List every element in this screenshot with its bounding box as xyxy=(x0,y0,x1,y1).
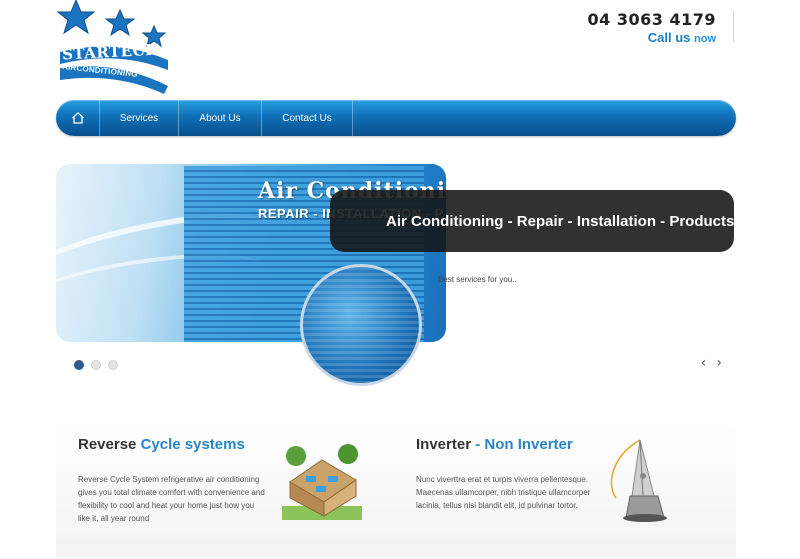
features-section: Reverse Cycle systems Reverse Cycle Syst… xyxy=(56,422,736,559)
nav-home-button[interactable] xyxy=(56,100,100,136)
nav-item-contact-us[interactable]: Contact Us xyxy=(262,100,353,136)
slide-caption-bar: Air Conditioning - Repair - Installation… xyxy=(330,190,734,252)
main-nav: Services About Us Contact Us xyxy=(56,100,736,136)
feature-title-main: Inverter xyxy=(416,436,472,453)
slider-dot-2[interactable] xyxy=(91,360,101,370)
call-us-label: Call us now xyxy=(588,30,716,45)
slider-arrows: ‹ › xyxy=(701,355,722,371)
hero-slider: Air Conditioning REPAIR - INSTALLATION -… xyxy=(56,164,736,389)
house-icon xyxy=(282,444,362,520)
slider-dot-3[interactable] xyxy=(108,360,118,370)
call-us-text: Call us xyxy=(647,30,691,45)
feature-title-accent: - Non Inverter xyxy=(475,436,573,453)
header-divider xyxy=(733,10,734,42)
slide-caption: Air Conditioning - Repair - Installation… xyxy=(386,212,735,230)
phone-number[interactable]: 04 3063 4179 xyxy=(588,10,716,29)
home-icon xyxy=(71,112,84,124)
pen-nib-icon xyxy=(610,439,667,522)
feature-body: Nunc viverttra erat et turpis viverra pe… xyxy=(416,475,591,510)
feature-title-accent: Cycle systems xyxy=(140,436,245,453)
feature-body: Reverse Cycle System refrigerative air c… xyxy=(78,475,265,523)
feature-title-main: Reverse xyxy=(78,436,137,453)
chevron-left-icon[interactable]: ‹ xyxy=(701,355,707,371)
nav-item-about-us[interactable]: About Us xyxy=(179,100,262,136)
logo[interactable]: STARTECH AIRCONDITIONING xyxy=(56,0,176,96)
chevron-right-icon[interactable]: › xyxy=(716,355,722,371)
slider-pagination xyxy=(74,360,118,370)
nav-item-services[interactable]: Services xyxy=(100,100,179,136)
slide-circle-detail xyxy=(300,264,422,386)
slide-subcaption: Best services for you.. xyxy=(438,275,517,284)
slider-dot-1[interactable] xyxy=(74,360,84,370)
phone-block: 04 3063 4179 Call us now xyxy=(588,10,716,45)
call-us-now: now xyxy=(694,33,716,45)
